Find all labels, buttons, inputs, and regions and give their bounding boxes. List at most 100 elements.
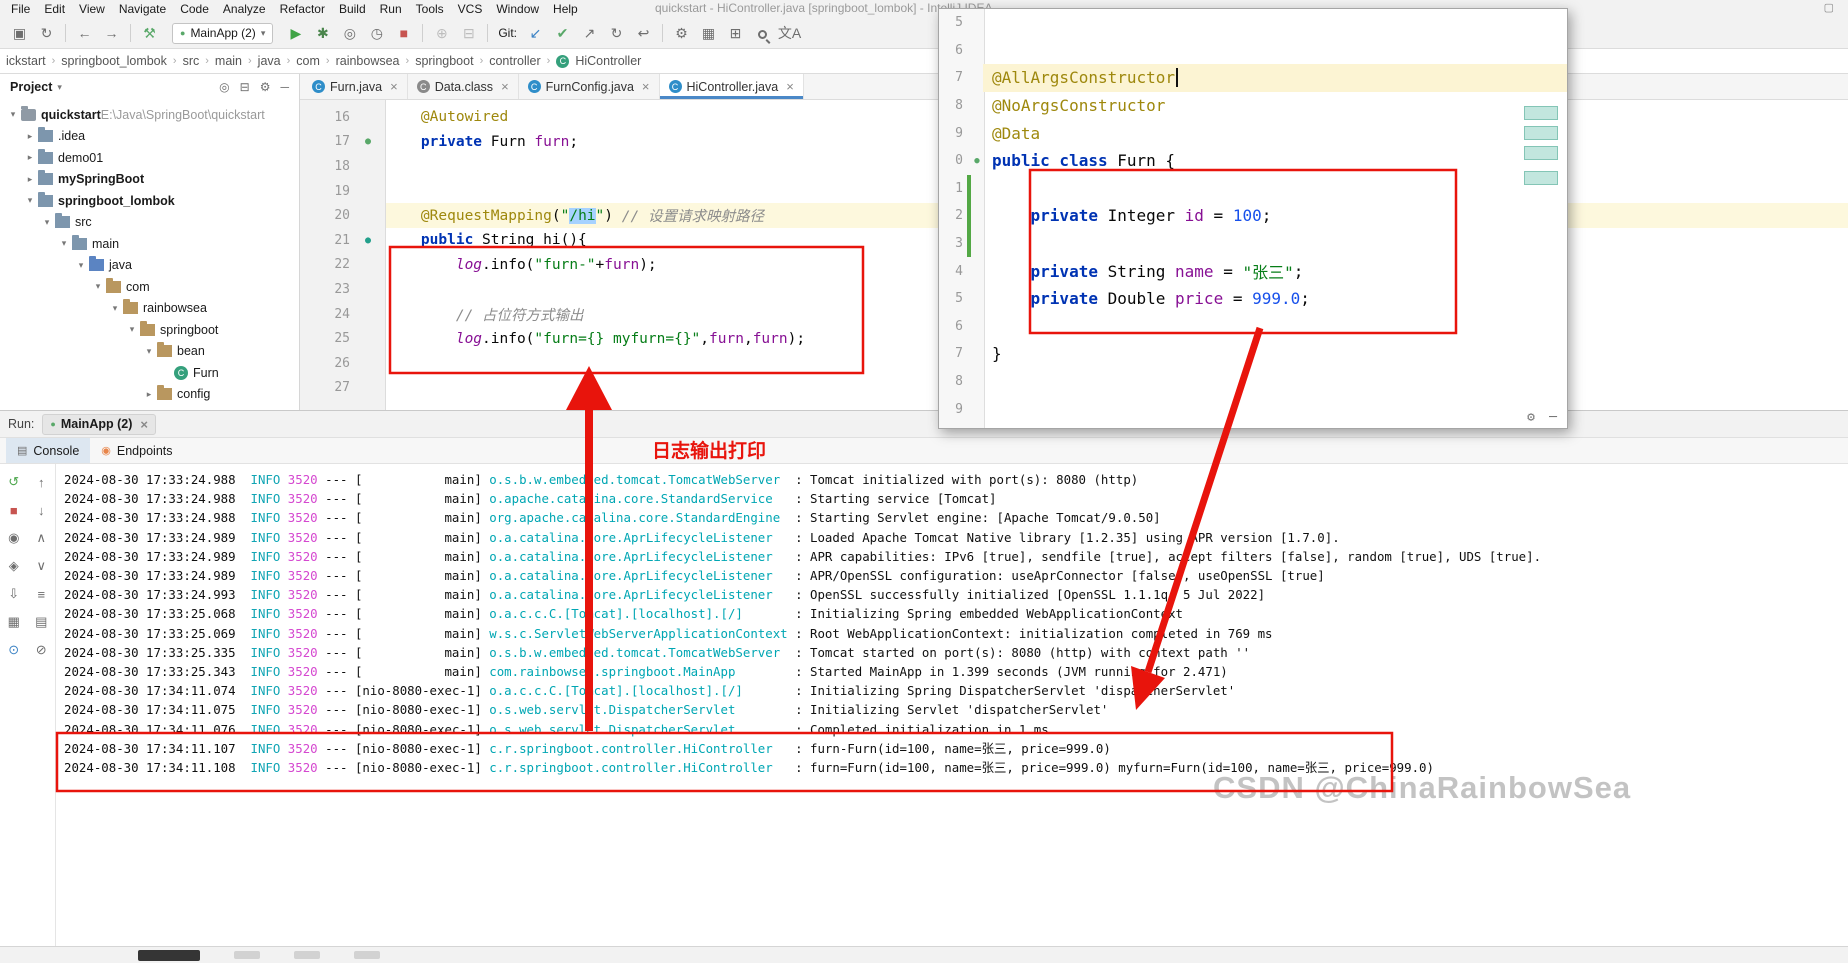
project-tree[interactable]: ▾ quickstart E:\Java\SpringBoot\quickstar… <box>0 100 299 410</box>
expand-icon[interactable]: ▸ <box>23 131 37 142</box>
breadcrumb-item-main[interactable]: main <box>213 54 244 68</box>
tab-Data-class[interactable]: C Data.class × <box>408 74 519 99</box>
expand-icon[interactable]: ▾ <box>91 281 105 292</box>
menu-file[interactable]: File <box>4 2 37 16</box>
menu-run[interactable]: Run <box>373 2 409 16</box>
breadcrumb-item-rainbowsea[interactable]: rainbowsea <box>334 54 402 68</box>
import-icon[interactable]: ⇩ <box>4 584 24 604</box>
tab-console[interactable]: ▤ Console <box>6 438 91 463</box>
tree-item-Furn[interactable]: C Furn <box>0 362 299 384</box>
tree-item-com[interactable]: ▾ com <box>0 276 299 298</box>
coverage-icon[interactable]: ◈ <box>4 556 24 576</box>
breadcrumb-item-com[interactable]: com <box>294 54 322 68</box>
breadcrumb-item-springboot[interactable]: springboot <box>413 54 475 68</box>
back-icon[interactable]: ← <box>71 25 98 41</box>
up-icon[interactable]: ↑ <box>31 472 51 492</box>
git-update-icon[interactable]: ↙ <box>522 25 549 42</box>
menu-refactor[interactable]: Refactor <box>273 2 332 16</box>
breadcrumb-item-ickstart[interactable]: ickstart <box>4 54 48 68</box>
tree-item-springboot_lombok[interactable]: ▾ springboot_lombok <box>0 190 299 212</box>
sync-icon[interactable]: ↻ <box>33 25 60 42</box>
menu-edit[interactable]: Edit <box>37 2 72 16</box>
grid-icon[interactable]: ▦ <box>4 612 24 632</box>
expand-icon[interactable]: ▸ <box>23 174 37 185</box>
expand-icon[interactable]: ▾ <box>125 324 139 335</box>
tab-HiController-java[interactable]: C HiController.java × <box>659 74 804 99</box>
menu-window[interactable]: Window <box>489 2 546 16</box>
menu-code[interactable]: Code <box>173 2 216 16</box>
popup-gear-icon[interactable]: ⚙ <box>1527 410 1535 425</box>
git-rollback-icon[interactable]: ↩ <box>630 25 657 42</box>
tree-item-idea[interactable]: ▸ .idea <box>0 126 299 148</box>
git-history-icon[interactable]: ↻ <box>603 25 630 42</box>
tree-item-demo01[interactable]: ▸ demo01 <box>0 147 299 169</box>
forward-icon[interactable]: → <box>98 25 125 41</box>
print-icon[interactable]: ▤ <box>31 612 51 632</box>
console-output[interactable]: 2024-08-30 17:33:24.988 INFO 3520 --- [m… <box>56 464 1848 946</box>
mapping-gutter-icon[interactable]: ● <box>350 235 386 246</box>
tree-item-main[interactable]: ▾ main <box>0 233 299 255</box>
down-icon[interactable]: ↓ <box>31 500 51 520</box>
debug-icon[interactable]: ✱ <box>309 25 336 42</box>
tree-item-mySpringBoot[interactable]: ▸ mySpringBoot <box>0 169 299 191</box>
build-hammer-icon[interactable]: ⚒ <box>136 25 163 42</box>
menu-tools[interactable]: Tools <box>409 2 451 16</box>
menu-build[interactable]: Build <box>332 2 373 16</box>
soft-wrap-icon[interactable]: ≡ <box>31 584 51 604</box>
camera-icon[interactable]: ◉ <box>4 528 24 548</box>
tree-item-java[interactable]: ▾ java <box>0 255 299 277</box>
tab-endpoints[interactable]: ◉ Endpoints <box>90 438 183 463</box>
run-icon[interactable]: ▶ <box>282 25 309 42</box>
menu-help[interactable]: Help <box>546 2 585 16</box>
tree-item-springboot[interactable]: ▾ springboot <box>0 319 299 341</box>
expand-icon[interactable]: ▾ <box>108 303 122 314</box>
locate-icon[interactable]: ◎ <box>219 80 229 94</box>
attach-icon[interactable]: ⊕ <box>428 25 455 42</box>
close-icon[interactable]: × <box>140 417 148 432</box>
close-icon[interactable]: × <box>786 79 794 94</box>
menu-navigate[interactable]: Navigate <box>112 2 173 16</box>
hide-panel-icon[interactable]: ─ <box>280 80 289 94</box>
expand-all-icon[interactable]: ∧ <box>31 528 51 548</box>
structure-icon[interactable]: ▦ <box>695 25 722 42</box>
collapse-all-icon[interactable]: ∨ <box>31 556 51 576</box>
expand-icon[interactable]: ▾ <box>40 217 54 228</box>
close-icon[interactable]: × <box>501 79 509 94</box>
tab-Furn-java[interactable]: C Furn.java × <box>303 74 408 99</box>
pin-icon[interactable]: ⊙ <box>4 640 24 660</box>
popup-hide-icon[interactable]: ─ <box>1549 410 1557 425</box>
menu-vcs[interactable]: VCS <box>451 2 490 16</box>
expand-icon[interactable]: ▾ <box>142 346 156 357</box>
git-commit-icon[interactable]: ✔ <box>549 25 576 42</box>
chevron-down-icon[interactable]: ▾ <box>57 82 62 93</box>
breadcrumb-item-HiController[interactable]: HiController <box>573 54 643 68</box>
search-icon[interactable] <box>749 25 776 41</box>
settings-wrench-icon[interactable]: ⚙ <box>668 25 695 42</box>
translate-icon[interactable]: 文A <box>776 23 803 43</box>
tree-item-rainbowsea[interactable]: ▾ rainbowsea <box>0 298 299 320</box>
close-icon[interactable]: × <box>642 79 650 94</box>
dump-icon[interactable]: ⊟ <box>455 25 482 42</box>
breadcrumb-item-java[interactable]: java <box>256 54 283 68</box>
close-icon[interactable]: × <box>390 79 398 94</box>
tab-FurnConfig-java[interactable]: C FurnConfig.java × <box>519 74 660 99</box>
expand-icon[interactable]: ▾ <box>6 109 20 120</box>
window-controls-icon[interactable]: ▢ <box>1824 1 1834 14</box>
furn-popup-editor[interactable]: 5 6 7 @AllArgsConstructor 8 @NoArgsConstructo… <box>938 8 1568 429</box>
expand-icon[interactable]: ▾ <box>23 195 37 206</box>
tree-item-quickstart[interactable]: ▾ quickstart E:\Java\SpringBoot\quickstar… <box>0 104 299 126</box>
tree-item-bean[interactable]: ▾ bean <box>0 341 299 363</box>
menu-analyze[interactable]: Analyze <box>216 2 273 16</box>
breadcrumb-item-springboot_lombok[interactable]: springboot_lombok <box>59 54 169 68</box>
tree-item-src[interactable]: ▾ src <box>0 212 299 234</box>
collapse-all-icon[interactable]: ⊟ <box>240 80 250 94</box>
run-config-combo[interactable]: ● MainApp (2) ▾ <box>172 22 274 44</box>
profiler-icon[interactable]: ◷ <box>363 25 390 42</box>
stop-icon[interactable]: ■ <box>390 25 417 41</box>
git-push-icon[interactable]: ↗ <box>576 25 603 42</box>
expand-icon[interactable]: ▸ <box>142 389 156 400</box>
stop-icon[interactable]: ■ <box>4 500 24 520</box>
clear-icon[interactable]: ⊘ <box>31 640 51 660</box>
save-icon[interactable]: ▣ <box>6 25 33 42</box>
bean-gutter-icon[interactable]: ● <box>350 136 386 147</box>
